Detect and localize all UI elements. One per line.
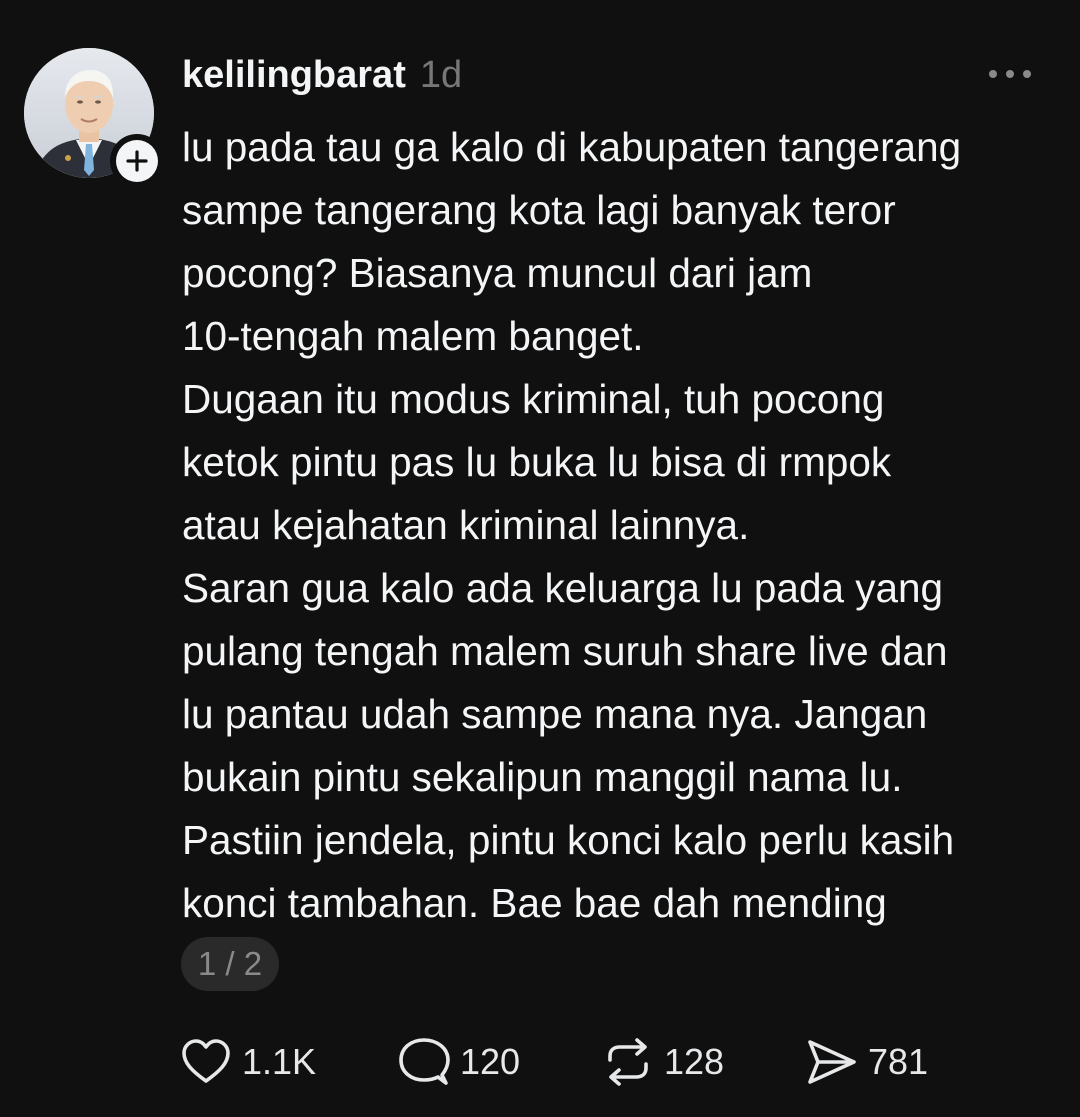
action-bar: 1.1K 120 128 781 — [180, 1034, 956, 1090]
post-text-line: sampe tangerang kota lagi banyak teror — [182, 187, 896, 233]
post-text-line: 10-tengah malem banget. — [182, 313, 644, 359]
username[interactable]: kelilingbarat — [182, 54, 406, 97]
post-text-line: pocong? Biasanya muncul dari jam — [182, 250, 813, 296]
post-text-line: pulang tengah malem suruh share live dan — [182, 628, 948, 674]
post-text-line: Dugaan itu modus kriminal, tuh pocong — [182, 376, 885, 422]
post-text-line: lu pada tau ga kalo di kabupaten tangera… — [182, 124, 962, 170]
follow-button[interactable] — [110, 134, 164, 188]
post-text-line: ketok pintu pas lu buka lu bisa di rmpok — [182, 439, 892, 485]
reply-button[interactable]: 120 — [398, 1037, 602, 1087]
repost-count: 128 — [664, 1041, 725, 1082]
timestamp: 1d — [419, 53, 463, 96]
repost-icon — [602, 1038, 654, 1086]
page-indicator[interactable]: 1 / 2 — [181, 937, 279, 991]
avatar-container — [24, 48, 164, 188]
like-count: 1.1K — [242, 1041, 317, 1082]
post-text-line: Pastiin jendela, pintu konci kalo perlu … — [182, 817, 955, 863]
share-button[interactable]: 781 — [806, 1038, 956, 1086]
more-options-button[interactable] — [984, 56, 1036, 92]
more-dots-icon — [988, 69, 1032, 79]
post-header: kelilingbarat 1d — [182, 52, 462, 98]
share-count: 781 — [868, 1041, 929, 1082]
post-text: lu pada tau ga kalo di kabupaten tangera… — [182, 116, 1062, 935]
post-text-line: konci tambahan. Bae bae dah mending — [182, 880, 887, 926]
post-text-line: Saran gua kalo ada keluarga lu pada yang — [182, 565, 944, 611]
thread-post: kelilingbarat 1d lu pada tau ga kalo di … — [0, 0, 1080, 1117]
repost-button[interactable]: 128 — [602, 1038, 806, 1086]
comment-icon — [398, 1037, 450, 1087]
reply-count: 120 — [460, 1041, 521, 1082]
post-text-line: lu pantau udah sampe mana nya. Jangan — [182, 691, 928, 737]
plus-icon — [116, 140, 158, 182]
like-button[interactable]: 1.1K — [180, 1038, 398, 1086]
post-text-line: bukain pintu sekalipun manggil nama lu. — [182, 754, 903, 800]
send-icon — [806, 1038, 858, 1086]
heart-icon — [180, 1038, 232, 1086]
post-text-line: atau kejahatan kriminal lainnya. — [182, 502, 750, 548]
